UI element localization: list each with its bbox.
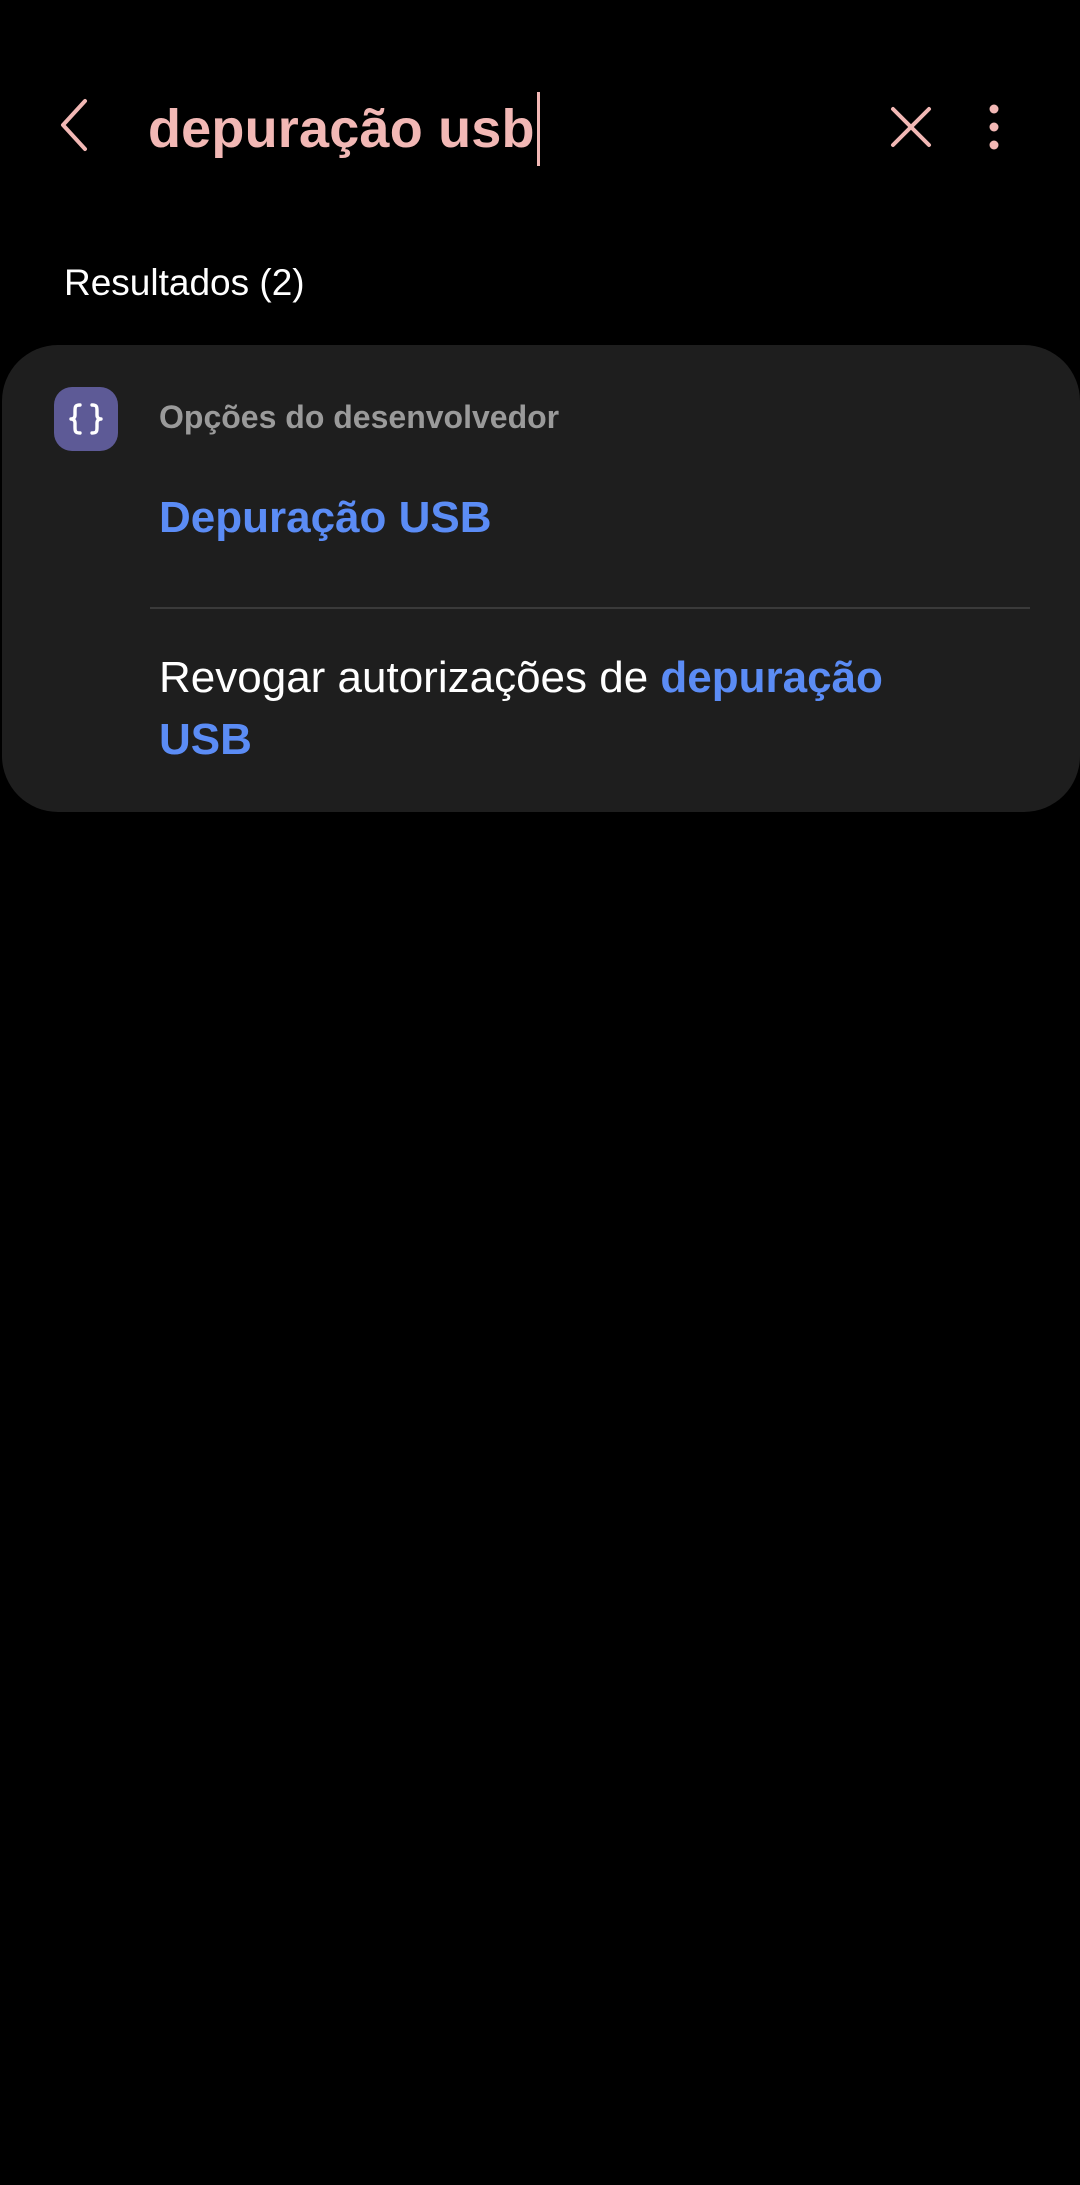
result-item-highlight-2: USB bbox=[159, 715, 252, 764]
results-count-header: Resultados (2) bbox=[64, 262, 305, 303]
developer-braces-icon bbox=[54, 387, 118, 451]
result-item-prefix: Revogar autorizações de bbox=[159, 653, 661, 702]
result-item-usb-debugging[interactable]: Depuração USB bbox=[159, 493, 492, 543]
result-item-revoke-usb-authorizations[interactable]: Revogar autorizações de depuração USB bbox=[159, 647, 979, 771]
search-bar: depuração usb bbox=[0, 60, 1080, 195]
category-label: Opções do desenvolvedor bbox=[159, 399, 560, 435]
back-button[interactable] bbox=[40, 90, 110, 160]
search-query-text: depuração usb bbox=[148, 99, 535, 159]
back-chevron-icon bbox=[61, 99, 87, 151]
clear-search-button[interactable] bbox=[876, 92, 946, 162]
more-vert-icon bbox=[989, 104, 999, 150]
results-card: Opções do desenvolvedor Depuração USB Re… bbox=[2, 345, 1080, 812]
search-input[interactable]: depuração usb bbox=[148, 92, 540, 166]
divider bbox=[150, 607, 1030, 609]
result-item-highlight: depuração bbox=[660, 653, 883, 702]
more-options-button[interactable] bbox=[964, 92, 1024, 162]
settings-search-screen: depuração usb Resultados (2) Opções do d… bbox=[0, 0, 1080, 2185]
text-cursor bbox=[536, 92, 540, 166]
close-icon bbox=[891, 107, 931, 147]
